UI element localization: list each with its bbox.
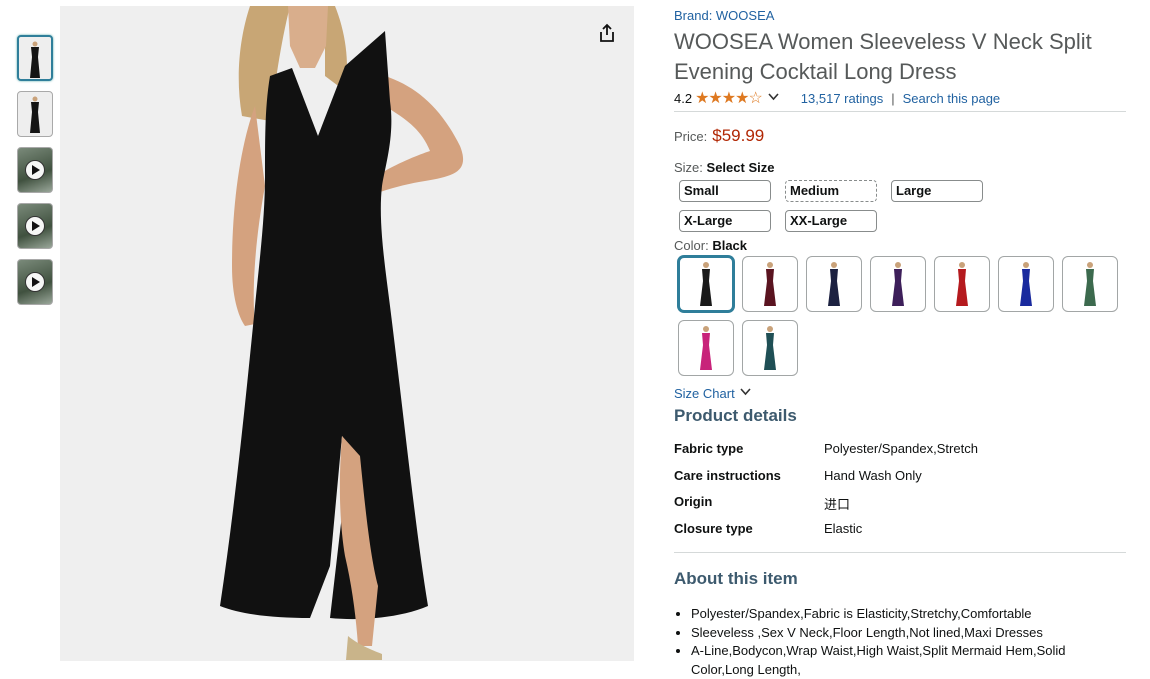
thumbnail-video-2[interactable] [17,203,53,249]
detail-value: Hand Wash Only [824,467,922,483]
dress-model-image [220,6,464,660]
about-item-list: Polyester/Spandex,Fabric is Elasticity,S… [674,605,1126,679]
thumbnail-image-1[interactable] [17,35,53,81]
color-swatch[interactable] [742,320,798,376]
divider [674,111,1126,112]
share-icon [600,23,614,42]
product-title: WOOSEA Women Sleeveless V Neck Split Eve… [674,29,1092,84]
detail-key: Care instructions [674,467,781,483]
detail-row: Care instructions Hand Wash Only [674,468,1126,495]
chevron-down-icon [740,388,751,399]
color-swatches [678,256,1138,384]
color-swatch[interactable] [870,256,926,312]
dress-swatch-icon [764,326,776,370]
divider [674,552,1126,553]
color-selector: Color: Black [674,238,1126,253]
price-value: $59.99 [712,126,765,145]
size-chart-link[interactable]: Size Chart [674,386,1126,401]
dress-swatch-icon [1020,262,1032,306]
size-selected: Select Size [706,160,775,175]
color-swatch[interactable] [742,256,798,312]
size-option-medium[interactable]: Medium [785,180,877,202]
list-item: Sleeveless ,Sex V Neck,Floor Length,Not … [691,624,1126,643]
size-options: Small Medium Large X-Large XX-Large [674,180,1094,240]
size-option-x-large[interactable]: X-Large [679,210,771,232]
color-swatch[interactable] [678,256,734,312]
product-info-panel: Brand: WOOSEA WOOSEA Women Sleeveless V … [674,6,1126,679]
detail-value: Elastic [824,520,863,536]
dress-thumbnail-icon [30,41,40,78]
dress-swatch-icon [764,262,776,306]
color-selected: Black [712,238,748,253]
detail-value: Polyester/Spandex,Stretch [824,441,978,456]
color-swatch[interactable] [998,256,1054,312]
dress-swatch-icon [700,326,712,370]
star-rating-icon[interactable]: ★★★★☆ [695,88,763,108]
thumbnail-video-1[interactable] [17,147,53,193]
list-item: A-Line,Bodycon,Wrap Waist,High Waist,Spl… [691,642,1126,679]
color-label: Color: [674,238,709,253]
detail-key: Fabric type [674,441,744,456]
search-page-link[interactable]: Search this page [903,91,1001,106]
color-swatch[interactable] [934,256,990,312]
price-label: Price: [674,129,708,144]
dress-swatch-icon [828,262,840,306]
size-option-large[interactable]: Large [891,180,983,202]
price-row: Price: $59.99 [674,126,1126,146]
detail-key: Closure type [674,520,753,536]
size-option-small[interactable]: Small [679,180,771,202]
size-option-xx-large[interactable]: XX-Large [785,210,877,232]
size-chart-label: Size Chart [674,386,735,401]
play-icon [25,216,45,236]
product-details-heading: Product details [674,406,797,425]
product-details-table: Fabric type Polyester/Spandex,Stretch Ca… [674,441,1126,547]
main-product-image[interactable] [60,6,634,661]
brand-link[interactable]: Brand: WOOSEA [674,8,1126,23]
dress-swatch-icon [956,262,968,306]
dress-thumbnail-icon [30,96,40,133]
thumbnail-video-3[interactable] [17,259,53,305]
detail-row: Fabric type Polyester/Spandex,Stretch [674,441,1126,468]
detail-row: Origin 进口 [674,494,1126,521]
rating-row: 4.2 ★★★★☆ 13,517 ratings | Search this p… [674,88,1126,108]
color-swatch[interactable] [806,256,862,312]
thumbnail-image-2[interactable] [17,91,53,137]
size-selector: Size: Select Size Small Medium Large X-L… [674,160,1126,240]
thumbnail-strip [17,35,55,315]
play-icon [25,160,45,180]
list-item: Polyester/Spandex,Fabric is Elasticity,S… [691,605,1126,624]
dress-swatch-icon [700,262,712,306]
color-swatch[interactable] [1062,256,1118,312]
about-item-heading: About this item [674,569,798,588]
dress-swatch-icon [1084,262,1096,306]
detail-value: 进口 [824,497,851,512]
dress-swatch-icon [892,262,904,306]
play-icon [25,272,45,292]
ratings-count-link[interactable]: 13,517 ratings [801,91,883,106]
size-label: Size: [674,160,703,175]
detail-key: Origin [674,494,713,509]
detail-row: Closure type Elastic [674,521,1126,548]
color-swatch[interactable] [678,320,734,376]
rating-value: 4.2 [674,90,693,106]
separator: | [891,90,895,106]
chevron-down-icon[interactable] [768,92,779,104]
share-button[interactable] [594,20,620,46]
